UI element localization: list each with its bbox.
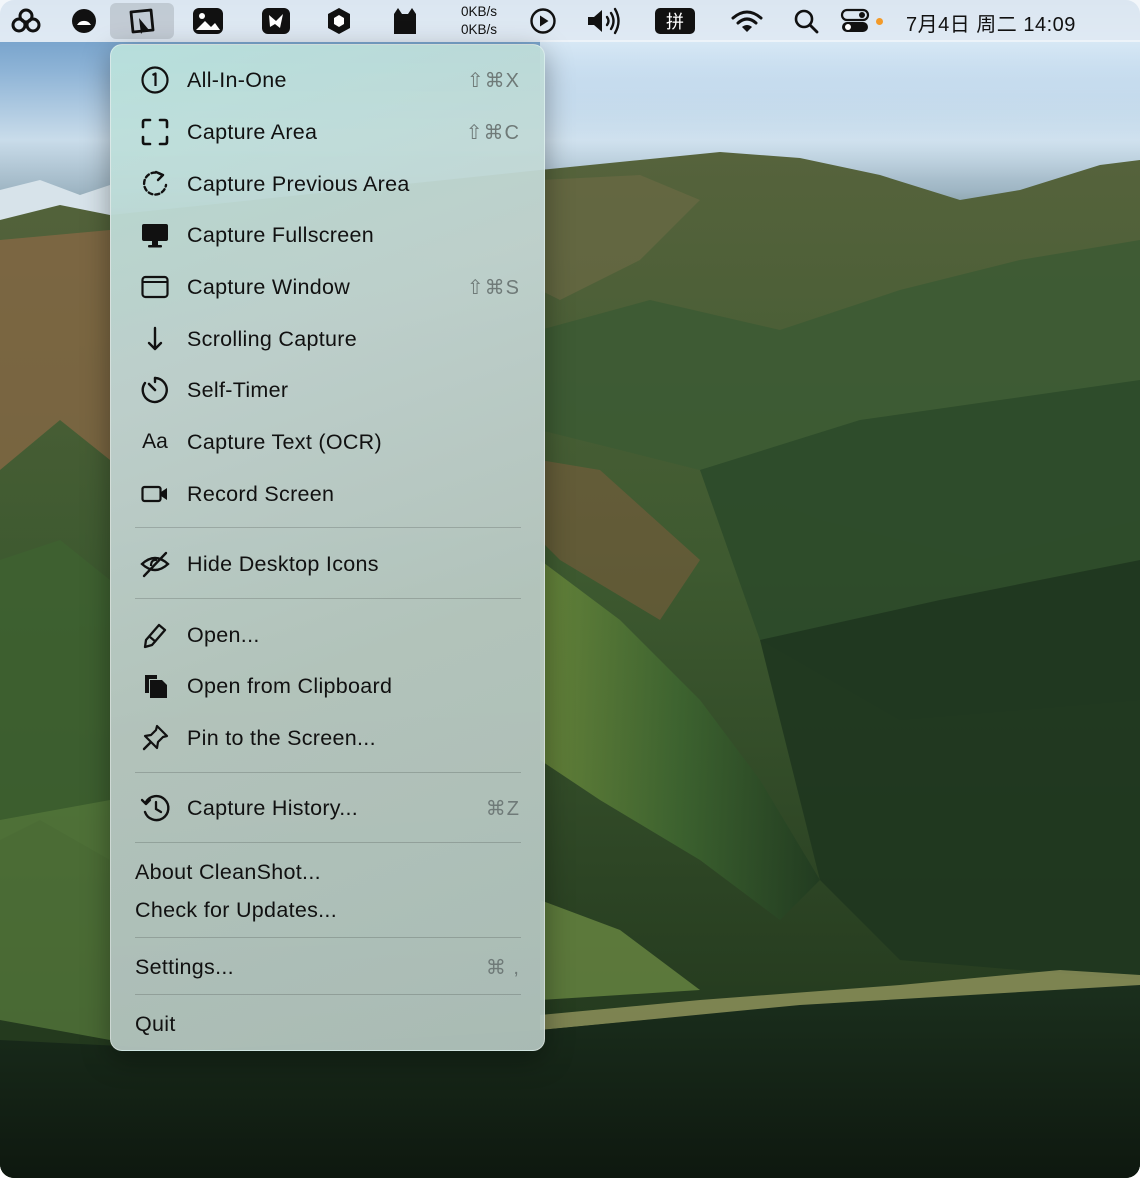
menu-item-capture-fullscreen[interactable]: Capture Fullscreen [111, 213, 544, 257]
input-method-label: 拼 [655, 8, 695, 34]
menu-item-label: Hide Desktop Icons [187, 551, 379, 576]
menu-item-label: Capture Area [187, 119, 318, 144]
menu-separator [135, 772, 521, 773]
text-aa-icon: Aa [139, 426, 171, 458]
input-method-icon[interactable]: 拼 [654, 6, 696, 36]
menu-item-label: Capture Text (OCR) [187, 429, 382, 454]
menu-item-open-from-clipboard[interactable]: Open from Clipboard [111, 664, 544, 708]
menu-item-scrolling-capture[interactable]: Scrolling Capture [111, 317, 544, 361]
network-speed: 0KB/s 0KB/s [450, 3, 508, 39]
menu-item-label: Pin to the Screen... [187, 725, 376, 750]
menu-item-label: Check for Updates... [135, 897, 337, 922]
menu-item-label: Capture Previous Area [187, 171, 410, 196]
menu-item-quit[interactable]: Quit [111, 1002, 544, 1046]
menu-item-label: Capture Window [187, 274, 351, 299]
menu-separator [135, 937, 521, 938]
cleanshot-menu: All-In-One ⇧⌘X Capture Area ⇧⌘C Capture … [110, 44, 545, 1051]
menubar-clock[interactable]: 7月4日 周二 14:09 [906, 8, 1076, 37]
control-center-icon[interactable] [838, 6, 872, 36]
play-circle-icon[interactable] [526, 6, 560, 36]
menu-item-label: Self-Timer [187, 377, 289, 402]
menu-item-capture-previous-area[interactable]: Capture Previous Area [111, 162, 544, 206]
menu-item-label: Capture Fullscreen [187, 222, 375, 247]
number-one-circle-icon [139, 64, 171, 96]
menu-item-label: About CleanShot... [135, 859, 321, 884]
menu-item-capture-window[interactable]: Capture Window ⇧⌘S [111, 265, 544, 309]
menu-separator [135, 598, 521, 599]
menu-item-self-timer[interactable]: Self-Timer [111, 368, 544, 412]
menu-bar: 0KB/s 0KB/s 拼 7月4日 周二 14:09 [0, 0, 1140, 42]
bird-app-icon[interactable] [258, 6, 294, 36]
menu-item-label: Settings... [135, 954, 234, 979]
shortcut-label: ⌘ , [485, 956, 520, 979]
shortcut-label: ⇧⌘X [466, 69, 520, 92]
menu-separator [135, 527, 521, 528]
timer-icon [139, 374, 171, 406]
menu-item-hide-desktop-icons[interactable]: Hide Desktop Icons [111, 542, 544, 586]
shortcut-label: ⌘Z [485, 797, 520, 820]
three-circles-icon[interactable] [6, 6, 46, 36]
dark-circle-icon[interactable] [66, 6, 102, 36]
window-icon [139, 271, 171, 303]
menu-item-settings[interactable]: Settings... ⌘ , [111, 945, 544, 989]
menu-item-all-in-one[interactable]: All-In-One ⇧⌘X [111, 58, 544, 102]
shortcut-label: ⇧⌘S [466, 276, 520, 299]
search-icon[interactable] [790, 6, 822, 36]
menu-item-capture-area[interactable]: Capture Area ⇧⌘C [111, 110, 544, 154]
menu-item-label: All-In-One [187, 67, 287, 92]
status-dot [876, 18, 883, 25]
text-aa-glyph: Aa [142, 430, 168, 453]
network-up-speed: 0KB/s [460, 4, 498, 19]
menu-item-label: Open... [187, 622, 260, 647]
video-camera-icon [139, 478, 171, 510]
menu-item-capture-text-ocr[interactable]: Aa Capture Text (OCR) [111, 420, 544, 464]
menu-separator [135, 842, 521, 843]
menu-separator [135, 994, 521, 995]
menu-item-about[interactable]: About CleanShot... [111, 851, 544, 893]
menu-item-label: Record Screen [187, 481, 335, 506]
menu-item-pin-to-screen[interactable]: Pin to the Screen... [111, 716, 544, 760]
menu-item-open[interactable]: Open... [111, 613, 544, 657]
wifi-icon[interactable] [728, 6, 766, 36]
hexagon-icon[interactable] [322, 6, 356, 36]
menu-item-label: Quit [135, 1011, 176, 1036]
capture-area-icon [139, 116, 171, 148]
pencil-icon [139, 619, 171, 651]
menu-item-label: Scrolling Capture [187, 326, 358, 351]
menu-item-record-screen[interactable]: Record Screen [111, 472, 544, 516]
clipboard-doc-icon [139, 670, 171, 702]
dashed-refresh-icon [139, 168, 171, 200]
menu-item-capture-history[interactable]: Capture History... ⌘Z [111, 786, 544, 830]
menu-item-check-updates[interactable]: Check for Updates... [111, 889, 544, 931]
shortcut-label: ⇧⌘C [465, 121, 520, 144]
pin-icon [139, 722, 171, 754]
cleanshot-icon[interactable] [110, 3, 174, 39]
image-icon[interactable] [190, 6, 226, 36]
arrow-down-icon [139, 323, 171, 355]
speaker-icon[interactable] [584, 6, 626, 36]
menu-item-label: Open from Clipboard [187, 673, 393, 698]
eye-slash-icon [139, 548, 171, 580]
history-clock-icon [139, 792, 171, 824]
cat-icon[interactable] [384, 6, 424, 36]
network-down-speed: 0KB/s [460, 22, 498, 37]
menu-item-label: Capture History... [187, 795, 359, 820]
display-icon [139, 219, 171, 251]
